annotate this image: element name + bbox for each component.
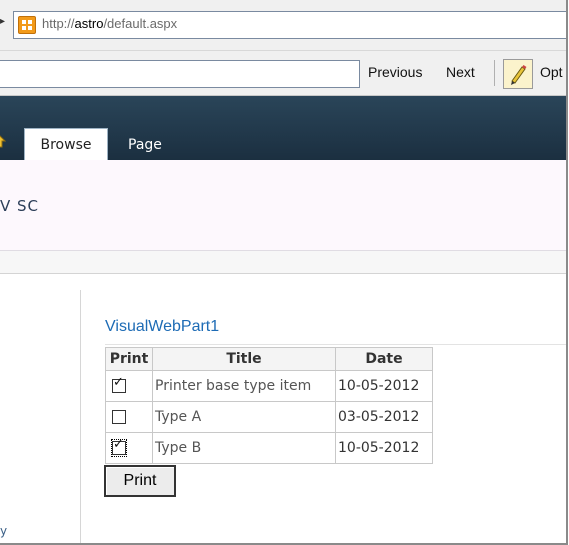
checkbox-focus-ring: ✓: [111, 437, 127, 457]
table-header-row: Print Title Date: [105, 347, 433, 371]
print-checkbox[interactable]: ✓: [112, 437, 126, 455]
checkbox-wrap: ✓: [111, 375, 127, 395]
print-cell: ✓: [105, 370, 153, 402]
print-checkbox[interactable]: ✓: [112, 375, 126, 393]
column-header-title: Title: [152, 347, 336, 371]
tab-browse[interactable]: Browse: [24, 128, 108, 161]
highlight-pencil-icon[interactable]: [503, 59, 533, 89]
title-cell: Printer base type item: [152, 370, 336, 402]
table-row: ✓ Type B 10-05-2012: [105, 432, 433, 464]
column-header-print: Print: [105, 347, 153, 371]
url-prefix: http://: [42, 16, 75, 31]
items-table: Print Title Date ✓ Printer base type ite…: [105, 347, 433, 464]
address-bar[interactable]: http://astro/default.aspx: [13, 11, 566, 39]
checkmark-icon: ✓: [113, 437, 124, 452]
options-button[interactable]: Opt: [540, 64, 563, 80]
webpart-title[interactable]: VisualWebPart1: [105, 318, 219, 336]
date-cell: 10-05-2012: [335, 432, 433, 464]
site-actions-icon[interactable]: [0, 134, 6, 148]
back-dropdown-icon[interactable]: ▸: [0, 16, 5, 27]
browser-window: ▸ http://astro/default.aspx Previous Nex…: [0, 0, 568, 545]
title-cell: Type B: [152, 432, 336, 464]
print-cell: [105, 401, 153, 433]
print-cell: ✓: [105, 432, 153, 464]
webpart-title-divider: [105, 344, 566, 345]
site-title[interactable]: V SC: [0, 197, 39, 215]
tab-page[interactable]: Page: [128, 137, 162, 153]
date-cell: 10-05-2012: [335, 370, 433, 402]
url-host: astro: [74, 16, 104, 31]
site-title-area: [0, 160, 566, 251]
url-text[interactable]: http://astro/default.aspx: [42, 16, 177, 31]
find-input[interactable]: [0, 60, 360, 88]
checkbox-wrap: [111, 408, 127, 426]
favicon-icon: [18, 16, 36, 34]
date-cell: 03-05-2012: [335, 401, 433, 433]
next-button[interactable]: Next: [446, 64, 475, 80]
title-cell: Type A: [152, 401, 336, 433]
print-button[interactable]: Print: [104, 465, 176, 497]
address-bar-row: ▸ http://astro/default.aspx: [0, 0, 566, 51]
print-checkbox[interactable]: [112, 410, 126, 424]
previous-button[interactable]: Previous: [368, 64, 422, 80]
left-navigation: [0, 290, 81, 543]
column-header-date: Date: [335, 347, 433, 371]
toolbar-divider: [494, 60, 495, 86]
checkmark-icon: ✓: [113, 375, 124, 390]
left-nav-link[interactable]: y: [0, 524, 7, 538]
find-bar: Previous Next Opt: [0, 51, 566, 96]
table-row: Type A 03-05-2012: [105, 401, 433, 433]
top-nav-band: [0, 251, 566, 274]
table-row: ✓ Printer base type item 10-05-2012: [105, 370, 433, 402]
url-path: /default.aspx: [103, 16, 178, 31]
